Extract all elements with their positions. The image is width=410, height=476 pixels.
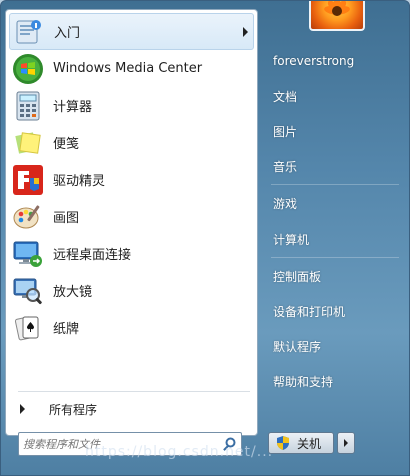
shutdown-label: 关机 (297, 436, 322, 451)
program-getting-started[interactable]: 入门 (9, 13, 254, 50)
program-label: 入门 (54, 26, 81, 41)
program-label: Windows Media Center (53, 61, 203, 76)
user-picture[interactable] (309, 1, 365, 31)
start-menu: 入门 Windows Media Center 计算器 便笺 驱动精灵 画图 远… (0, 0, 410, 476)
shutdown-button[interactable]: 关机 (268, 432, 334, 454)
all-programs-button[interactable]: 所有程序 (16, 397, 251, 421)
right-item-label: 默认程序 (273, 339, 322, 354)
program-sticky-notes[interactable]: 便笺 (9, 124, 254, 161)
right-item-label: 计算机 (273, 232, 310, 247)
program-magnifier[interactable]: 放大镜 (9, 272, 254, 309)
programs-pane: 入门 Windows Media Center 计算器 便笺 驱动精灵 画图 远… (5, 9, 258, 436)
chevron-right-icon (344, 439, 348, 447)
calculator-icon (11, 89, 45, 123)
search-input[interactable] (23, 435, 213, 453)
shutdown-options-button[interactable] (337, 432, 355, 454)
right-item-devices-printers[interactable]: 设备和打印机 (265, 299, 403, 323)
user-name-link[interactable]: foreverstrong (265, 49, 403, 73)
program-label: 计算器 (53, 100, 93, 115)
right-item-default-programs[interactable]: 默认程序 (265, 334, 403, 358)
getting-started-icon (12, 15, 46, 49)
flower-icon (324, 1, 350, 16)
program-label: 画图 (53, 211, 80, 226)
right-separator (271, 184, 399, 185)
program-label: 驱动精灵 (53, 174, 106, 189)
program-label: 远程桌面连接 (53, 248, 132, 263)
search-icon[interactable] (221, 436, 237, 452)
user-name-label: foreverstrong (273, 54, 355, 68)
right-separator (271, 257, 399, 258)
magnifier-icon (11, 274, 45, 308)
submenu-arrow-icon[interactable] (243, 27, 248, 37)
right-item-label: 帮助和支持 (273, 374, 334, 389)
right-item-label: 图片 (273, 124, 298, 139)
program-remote-desktop[interactable]: 远程桌面连接 (9, 235, 254, 272)
right-item-documents[interactable]: 文档 (265, 84, 403, 108)
right-item-games[interactable]: 游戏 (265, 191, 403, 215)
remote-desktop-icon (11, 237, 45, 271)
program-solitaire[interactable]: 纸牌 (9, 309, 254, 346)
windows-media-center-icon (11, 52, 45, 86)
program-calculator[interactable]: 计算器 (9, 87, 254, 124)
program-paint[interactable]: 画图 (9, 198, 254, 235)
program-windows-media-center[interactable]: Windows Media Center (9, 50, 254, 87)
right-item-computer[interactable]: 计算机 (265, 227, 403, 251)
sticky-notes-icon (11, 126, 45, 160)
driver-genius-icon (11, 163, 45, 197)
program-label: 纸牌 (53, 322, 80, 337)
program-label: 放大镜 (53, 285, 93, 300)
program-label: 便笺 (53, 137, 80, 152)
uac-shield-icon (277, 436, 289, 450)
solitaire-icon (11, 311, 45, 345)
paint-icon (11, 200, 45, 234)
program-driver-genius[interactable]: 驱动精灵 (9, 161, 254, 198)
programs-separator (18, 391, 250, 392)
search-box[interactable] (18, 432, 242, 456)
right-item-control-panel[interactable]: 控制面板 (265, 264, 403, 288)
right-item-label: 文档 (273, 89, 298, 104)
right-item-help-support[interactable]: 帮助和支持 (265, 369, 403, 393)
right-item-music[interactable]: 音乐 (265, 154, 403, 178)
all-programs-label: 所有程序 (49, 402, 98, 417)
right-item-pictures[interactable]: 图片 (265, 119, 403, 143)
right-item-label: 游戏 (273, 196, 298, 211)
chevron-right-icon (20, 404, 25, 414)
right-item-label: 设备和打印机 (273, 304, 346, 319)
right-item-label: 控制面板 (273, 269, 322, 284)
right-item-label: 音乐 (273, 159, 298, 174)
